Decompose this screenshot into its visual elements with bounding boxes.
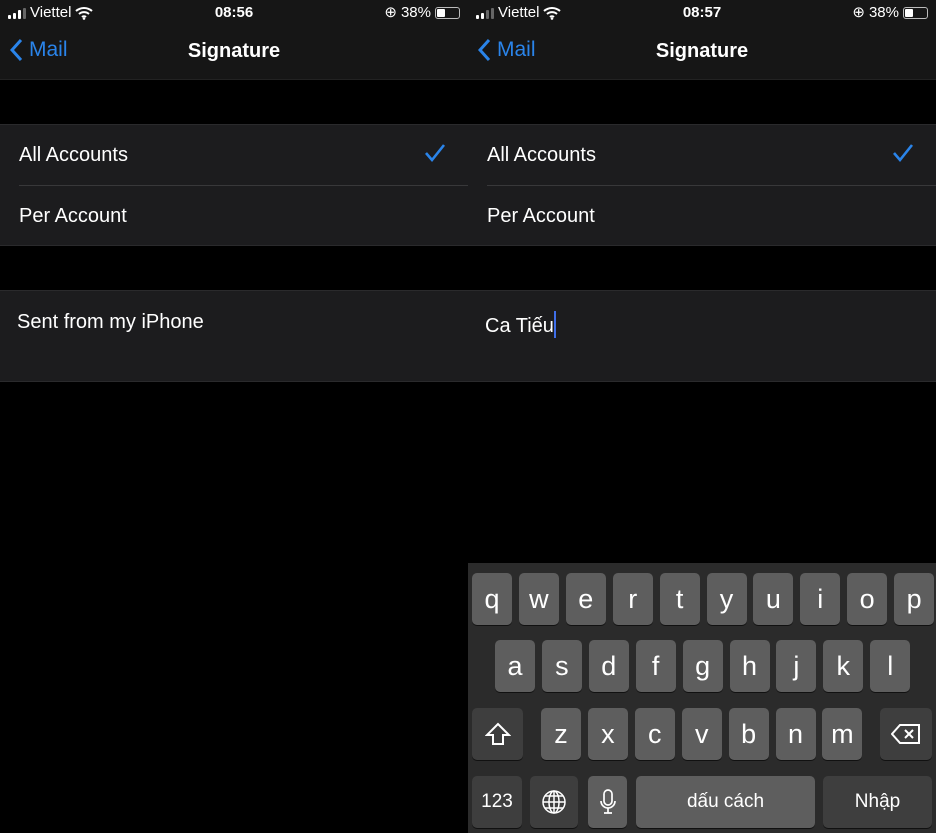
battery-icon [903, 7, 928, 19]
key-label: e [578, 583, 594, 614]
signature-text: Ca Tiếu [485, 315, 554, 337]
header: Viettel 08:57 ⊕ 38% Mail Signature [468, 0, 936, 80]
numbers-key[interactable]: 123 [472, 776, 522, 828]
key-label: v [694, 718, 709, 749]
checkmark-icon [425, 144, 446, 163]
option-label: All Accounts [19, 144, 128, 166]
key-x[interactable]: x [587, 708, 628, 760]
option-all-accounts[interactable]: All Accounts [0, 125, 468, 186]
page-title: Signature [655, 40, 749, 62]
key-c[interactable]: c [634, 708, 675, 760]
shift-key[interactable] [472, 708, 523, 760]
globe-key[interactable] [530, 776, 578, 828]
key-r[interactable]: r [612, 573, 653, 625]
key-label: s [555, 650, 569, 681]
key-label: c [648, 718, 662, 749]
globe-icon [542, 790, 566, 814]
key-g[interactable]: g [682, 640, 723, 692]
key-i[interactable]: i [800, 573, 841, 625]
battery-status: ⊕ 38% [852, 4, 928, 22]
option-label: All Accounts [487, 144, 596, 166]
key-z[interactable]: z [541, 708, 581, 760]
option-label: Per Account [19, 205, 127, 227]
key-label: j [793, 650, 800, 681]
option-per-account[interactable]: Per Account [0, 186, 468, 247]
battery-percent: 38% [868, 4, 899, 21]
key-q[interactable]: q [472, 573, 512, 625]
key-y[interactable]: y [706, 573, 747, 625]
signature-input[interactable]: Ca Tiếu [485, 311, 556, 338]
key-label: r [628, 583, 638, 614]
key-t[interactable]: t [659, 573, 700, 625]
key-l[interactable]: l [870, 640, 911, 692]
key-label: q [484, 583, 500, 614]
signature-scope-group: All Accounts Per Account [468, 124, 936, 246]
key-a[interactable]: a [495, 640, 535, 692]
key-label: f [651, 650, 660, 681]
key-label: t [675, 583, 684, 614]
key-w[interactable]: w [518, 573, 559, 625]
key-d[interactable]: d [588, 640, 629, 692]
screen-before: Viettel 08:56 ⊕ 38% Mail Signature All A… [0, 0, 468, 833]
delete-key[interactable] [880, 708, 932, 760]
key-label: n [787, 718, 804, 749]
battery-percent: 38% [400, 4, 431, 21]
signature-field[interactable]: Sent from my iPhone [0, 290, 468, 382]
key-h[interactable]: h [729, 640, 770, 692]
key-s[interactable]: s [541, 640, 582, 692]
header: Viettel 08:56 ⊕ 38% Mail Signature [0, 0, 468, 80]
signature-text[interactable]: Sent from my iPhone [17, 311, 204, 334]
dictation-key[interactable] [588, 776, 627, 828]
option-label: Per Account [487, 205, 595, 227]
return-key[interactable]: Nhập [823, 776, 932, 828]
key-label: w [529, 583, 549, 614]
key-label: a [507, 650, 523, 681]
option-all-accounts[interactable]: All Accounts [468, 125, 936, 186]
text-caret [553, 311, 556, 338]
key-e[interactable]: e [565, 573, 606, 625]
key-label: Nhập [854, 791, 901, 812]
key-label: h [741, 650, 758, 681]
page-title: Signature [187, 40, 281, 62]
key-label: 123 [481, 791, 513, 812]
key-label: d [601, 650, 617, 681]
key-label: l [887, 650, 894, 681]
key-label: b [741, 718, 757, 749]
option-per-account[interactable]: Per Account [468, 186, 936, 247]
screen-after: Viettel 08:57 ⊕ 38% Mail Signature All A… [468, 0, 936, 833]
signature-field[interactable]: Ca Tiếu [468, 290, 936, 382]
key-u[interactable]: u [753, 573, 794, 625]
signature-scope-group: All Accounts Per Account [0, 124, 468, 246]
keyboard: q w e r t y u i o p a s d f g h j k l z x c v b n m 123 dấu cách Nhậ… [468, 563, 936, 833]
key-label: x [601, 718, 615, 749]
key-label: u [765, 583, 781, 614]
key-label: g [695, 650, 711, 681]
key-label: y [719, 583, 734, 614]
rotation-lock-icon: ⊕ [852, 4, 865, 21]
microphone-icon [599, 789, 616, 814]
key-p[interactable]: p [894, 573, 935, 625]
key-label: o [859, 583, 875, 614]
key-j[interactable]: j [776, 640, 817, 692]
key-label: z [554, 718, 568, 749]
key-n[interactable]: n [775, 708, 816, 760]
shift-icon [484, 722, 511, 745]
key-o[interactable]: o [847, 573, 888, 625]
key-label: i [817, 583, 824, 614]
rotation-lock-icon: ⊕ [384, 4, 397, 21]
key-label: m [831, 718, 854, 749]
battery-icon [435, 7, 460, 19]
key-label: p [906, 583, 922, 614]
key-k[interactable]: k [823, 640, 864, 692]
key-f[interactable]: f [635, 640, 676, 692]
key-label: dấu cách [686, 791, 765, 812]
space-key[interactable]: dấu cách [636, 776, 815, 828]
checkmark-icon [893, 144, 914, 163]
battery-status: ⊕ 38% [384, 4, 460, 22]
key-v[interactable]: v [681, 708, 722, 760]
key-b[interactable]: b [728, 708, 769, 760]
delete-icon [891, 724, 920, 744]
key-m[interactable]: m [822, 708, 863, 760]
key-label: k [836, 650, 851, 681]
